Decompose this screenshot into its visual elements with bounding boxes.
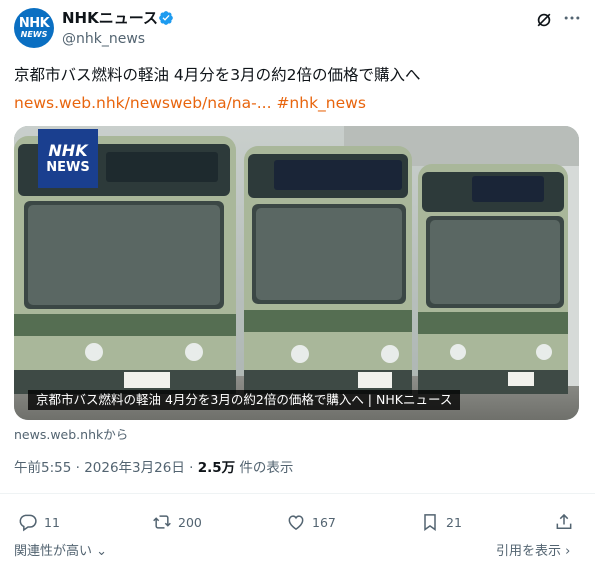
more-options-icon[interactable] — [562, 8, 582, 28]
account-name[interactable]: NHKニュース — [62, 8, 158, 28]
nhk-logo-line1: NHK — [48, 141, 88, 160]
verified-badge-icon — [159, 11, 173, 25]
bookmark-count: 21 — [446, 514, 462, 530]
nhk-news-logo: NHK NEWS — [38, 129, 98, 188]
reply-button[interactable]: 11 — [18, 511, 60, 533]
tweet-link[interactable]: news.web.nhk/newsweb/na/na-... — [14, 94, 272, 112]
share-button[interactable] — [554, 511, 574, 533]
repost-button[interactable]: 200 — [152, 511, 202, 533]
tweet-meta: 午前5:55 · 2026年3月26日 · 2.5万 件の表示 — [14, 460, 294, 476]
like-count: 167 — [312, 514, 336, 530]
bookmark-icon — [424, 514, 436, 531]
hashtag-link[interactable]: #nhk_news — [276, 94, 365, 112]
chevron-right-icon: › — [561, 544, 571, 559]
link-card-image[interactable] — [14, 126, 579, 420]
nhk-logo-line2: NEWS — [46, 160, 90, 175]
avatar[interactable]: NHK NEWS — [14, 8, 54, 48]
avatar-text-news: NEWS — [20, 30, 48, 39]
card-caption: 京都市バス燃料の軽油 4月分を3月の約2倍の価格で購入へ | NHKニュース — [28, 390, 461, 410]
view-quotes-link[interactable]: 引用を表示 › — [496, 543, 570, 561]
like-button[interactable]: 167 — [286, 511, 336, 533]
reply-icon — [19, 514, 37, 532]
bus-photo — [14, 126, 579, 420]
view-count: 2.5万 — [197, 460, 236, 476]
avatar-text-nhk: NHK — [18, 16, 50, 31]
repost-icon — [153, 515, 171, 529]
account-handle[interactable]: @nhk_news — [62, 30, 145, 48]
chevron-down-icon: ⌄ — [92, 544, 108, 559]
tweet-text: 京都市バス燃料の軽油 4月分を3月の約2倍の価格で購入へ — [14, 66, 421, 84]
divider — [0, 493, 595, 494]
sort-related-dropdown[interactable]: 関連性が高い ⌄ — [14, 543, 107, 561]
tweet-links: news.web.nhk/newsweb/na/na-... #nhk_news — [14, 92, 366, 114]
reply-count: 11 — [44, 514, 60, 530]
tweet-time[interactable]: 午前5:55 — [14, 460, 71, 476]
repost-count: 200 — [178, 514, 202, 530]
sort-label: 関連性が高い — [14, 544, 93, 559]
heart-icon — [288, 515, 304, 530]
card-source[interactable]: news.web.nhkから — [14, 427, 128, 443]
view-label: 件の表示 — [239, 460, 294, 476]
bookmark-button[interactable]: 21 — [420, 511, 462, 533]
tweet-date[interactable]: 2026年3月26日 — [84, 460, 185, 476]
share-icon — [556, 513, 572, 529]
grok-icon[interactable] — [534, 10, 554, 30]
quotes-label: 引用を表示 — [496, 544, 562, 559]
